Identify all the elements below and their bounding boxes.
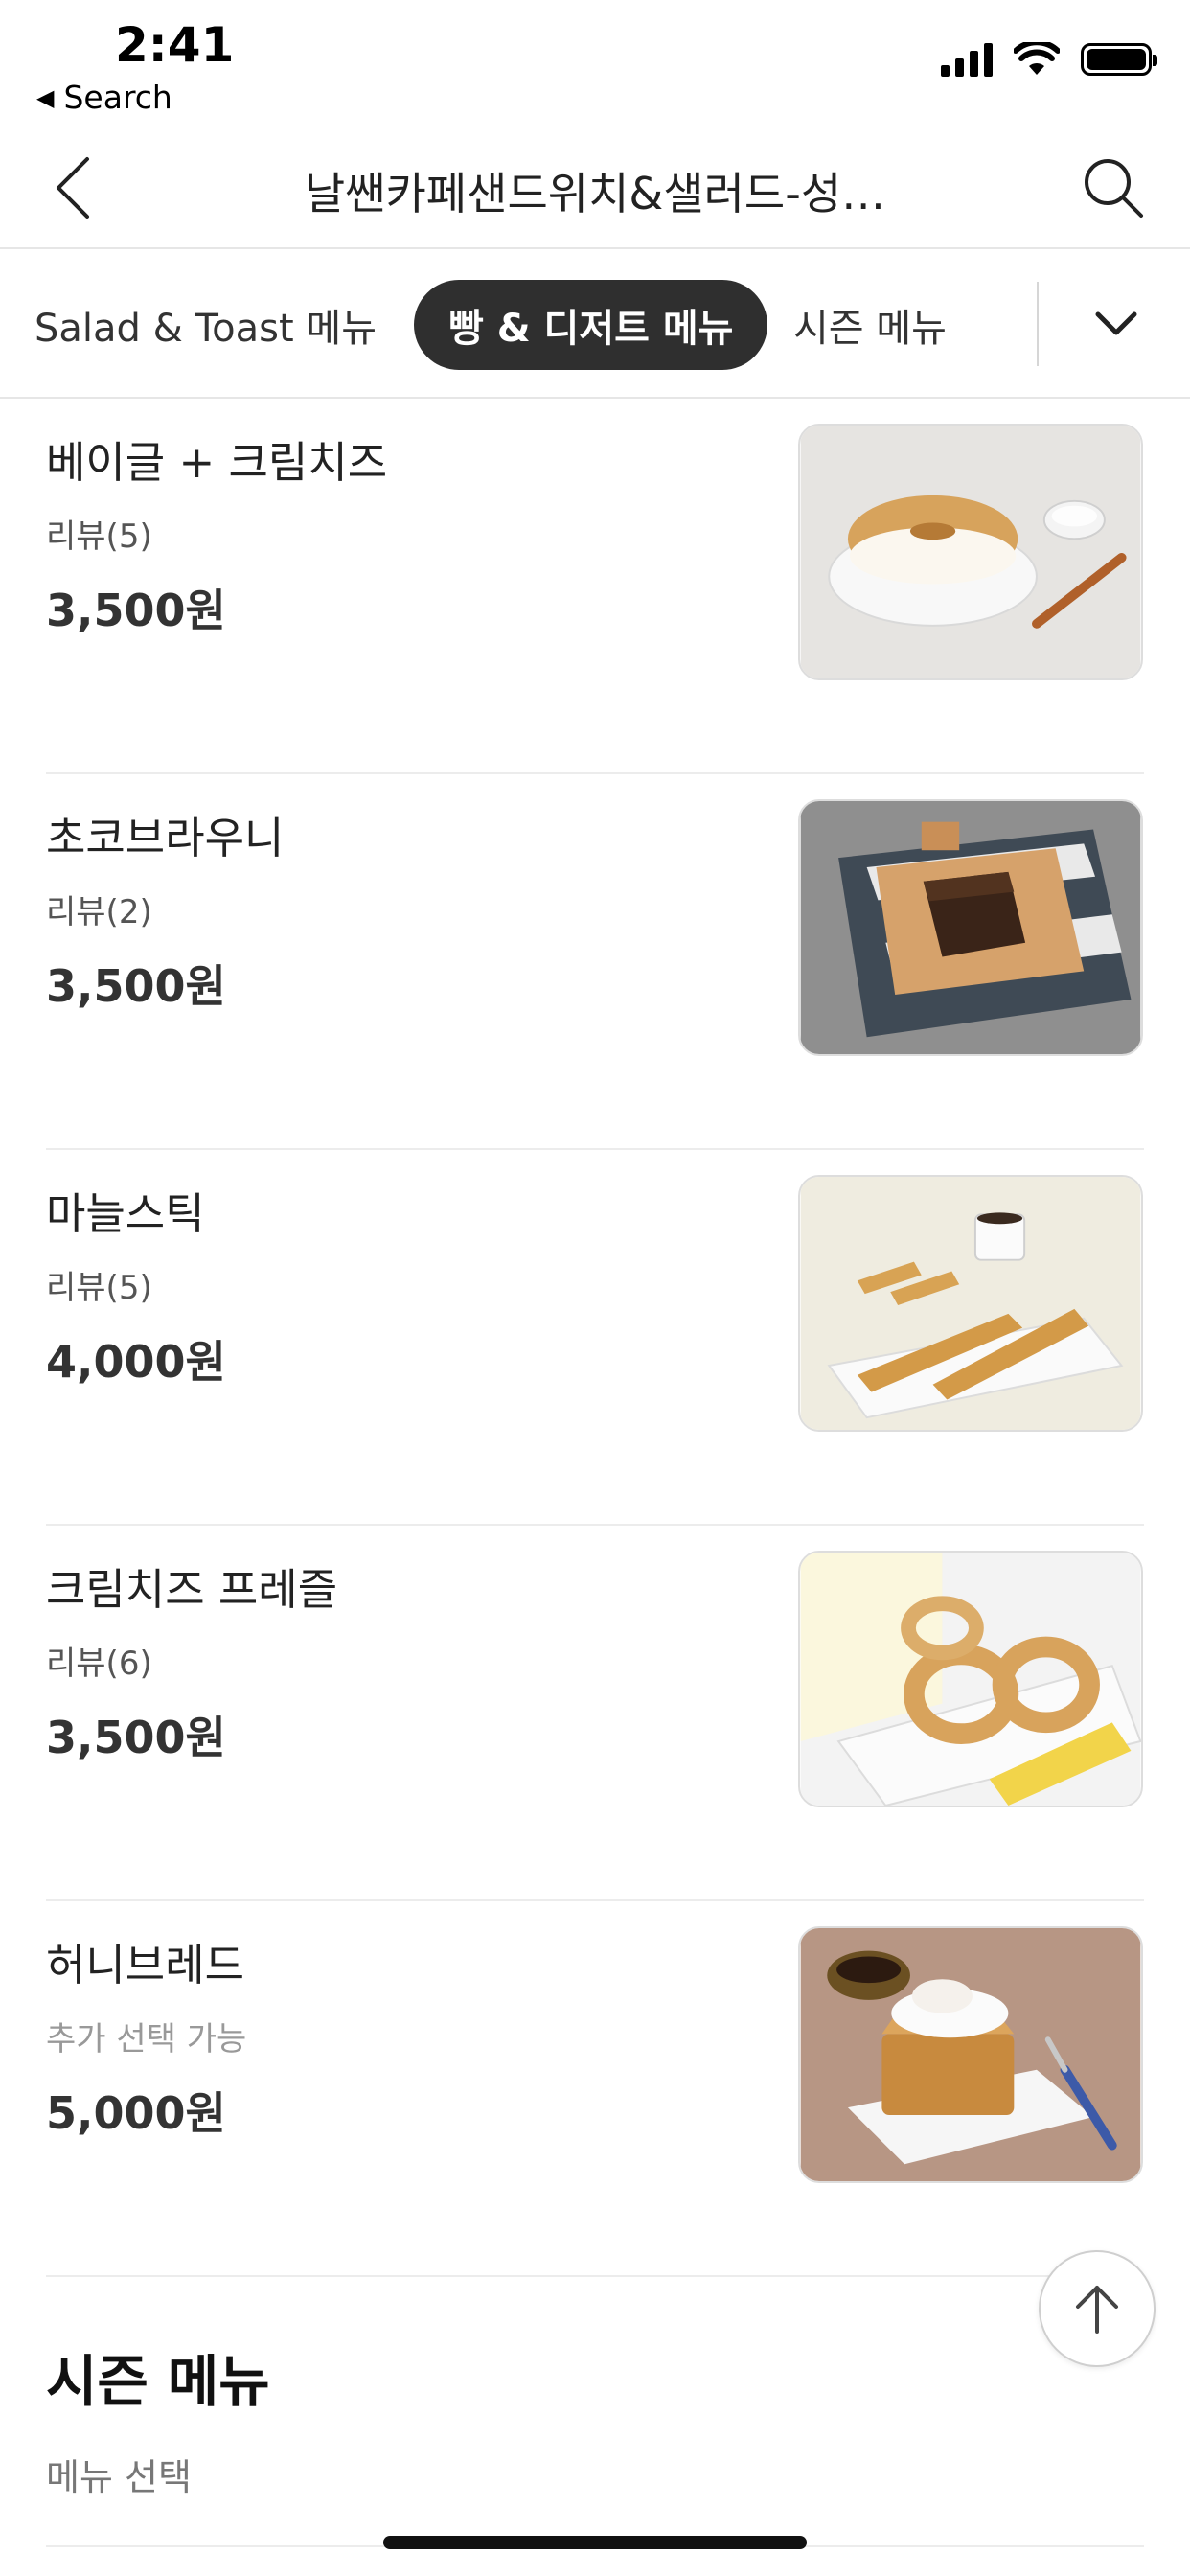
item-review-count: 리뷰(6) (46, 1644, 152, 1683)
status-back-label: Search (63, 79, 172, 116)
item-price: 5,000원 (46, 2087, 226, 2139)
page-title: 날쌘카페샌드위치&샐러드-성… (304, 168, 886, 219)
item-review-count: 리뷰(5) (46, 1269, 152, 1307)
status-back-link[interactable]: ◀ Search (36, 79, 172, 116)
item-review-count: 리뷰(2) (46, 893, 152, 932)
item-photo-bagel (798, 424, 1143, 680)
item-photo-brownie (798, 799, 1143, 1056)
battery-fill (1087, 49, 1146, 70)
wifi-icon (1014, 42, 1060, 75)
item-name: 허니브레드 (46, 1940, 245, 1990)
item-name: 베이글 + 크림치즈 (46, 437, 388, 488)
tab-salad-toast[interactable]: Salad & Toast 메뉴 (34, 280, 377, 370)
item-price: 3,500원 (46, 585, 226, 636)
search-icon (1085, 159, 1143, 218)
chevron-left-icon (57, 157, 89, 218)
navigation-bar: 날쌘카페샌드위치&샐러드-성… (0, 125, 1190, 249)
section-title: 시즌 메뉴 (46, 2349, 270, 2414)
item-photo-pretzel (798, 1551, 1143, 1807)
item-photo-honey-bread (798, 1926, 1143, 2183)
tab-season[interactable]: 시즌 메뉴 (793, 280, 947, 370)
item-review-count: 리뷰(5) (46, 518, 152, 556)
tab-divider (1037, 282, 1039, 366)
status-icons (941, 42, 1157, 77)
chevron-down-icon (1095, 311, 1137, 335)
menu-item[interactable]: 베이글 + 크림치즈 리뷰(5) 3,500원 (0, 399, 1190, 774)
category-tab-bar: Salad & Toast 메뉴 빵 & 디저트 메뉴 시즌 메뉴 (0, 249, 1190, 399)
home-indicator (383, 2536, 807, 2549)
menu-item[interactable]: 크림치즈 프레즐 리뷰(6) 3,500원 (0, 1526, 1190, 1901)
search-button[interactable] (1075, 150, 1152, 226)
category-dropdown-button[interactable] (1079, 286, 1154, 362)
arrow-up-icon (1076, 2286, 1118, 2334)
menu-item[interactable]: 마늘스틱 리뷰(5) 4,000원 (0, 1150, 1190, 1526)
scroll-to-top-button[interactable] (1039, 2250, 1156, 2367)
item-price: 3,500원 (46, 1712, 226, 1763)
status-bar: 2:41 ◀ Search (0, 0, 1190, 125)
battery-icon (1081, 43, 1157, 76)
menu-item[interactable]: 초코브라우니 리뷰(2) 3,500원 (0, 774, 1190, 1150)
item-name: 초코브라우니 (46, 813, 285, 863)
status-time: 2:41 (115, 17, 235, 73)
back-button[interactable] (38, 150, 105, 226)
item-name: 마늘스틱 (46, 1188, 205, 1239)
tab-bread-dessert[interactable]: 빵 & 디저트 메뉴 (414, 280, 768, 370)
item-option-note: 추가 선택 가능 (46, 2020, 247, 2058)
item-photo-garlic-stick (798, 1175, 1143, 1432)
item-price: 4,000원 (46, 1336, 226, 1388)
menu-list: 베이글 + 크림치즈 리뷰(5) 3,500원 초코브라우니 리뷰(2) 3,5… (0, 399, 1190, 2277)
item-name: 크림치즈 프레즐 (46, 1564, 338, 1615)
menu-item[interactable]: 허니브레드 추가 선택 가능 5,000원 (0, 1901, 1190, 2277)
back-triangle-icon: ◀ (36, 83, 55, 111)
item-price: 3,500원 (46, 960, 226, 1012)
cellular-signal-icon (941, 42, 993, 77)
section-subtitle: 메뉴 선택 (46, 2456, 192, 2498)
